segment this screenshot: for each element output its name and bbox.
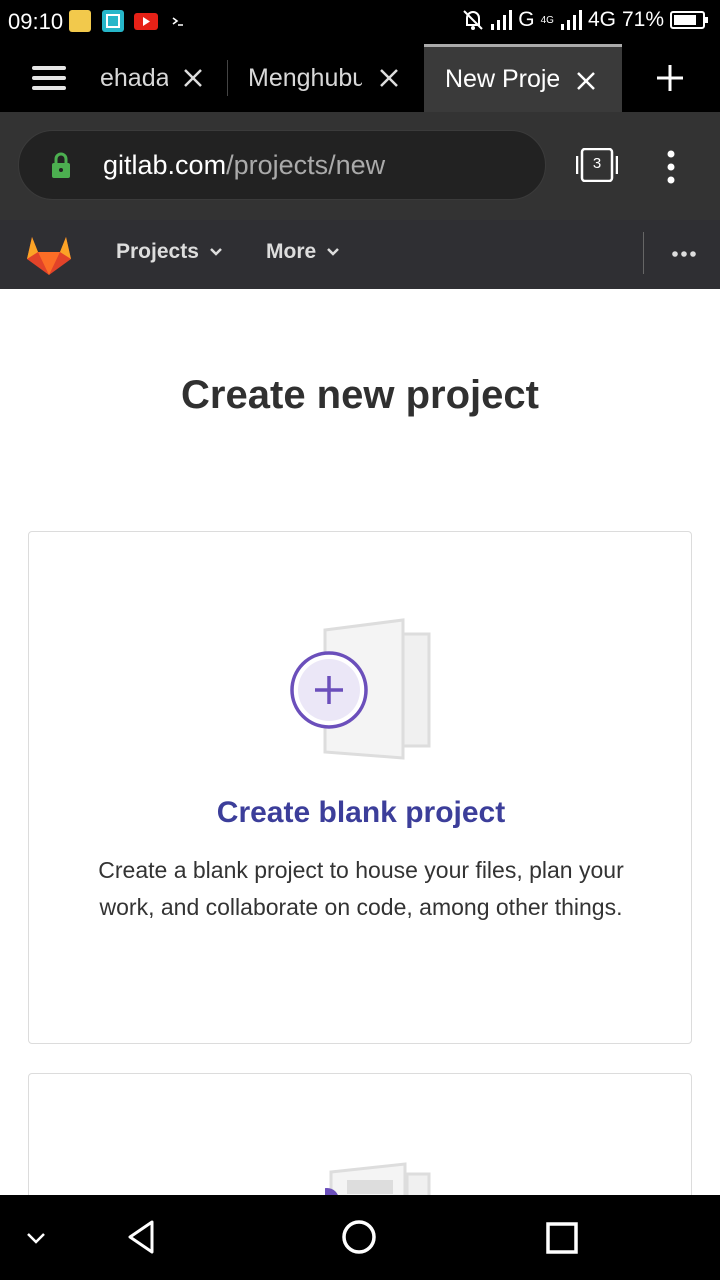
youtube-icon (134, 13, 158, 30)
terminal-icon (170, 10, 186, 32)
nav-more-dropdown[interactable]: More (266, 240, 340, 264)
chevron-down-icon[interactable] (26, 1231, 46, 1245)
chevron-down-icon (327, 248, 340, 256)
card-description: Create a blank project to house your fil… (98, 857, 624, 920)
close-tab-icon[interactable] (182, 67, 204, 89)
browser-tab[interactable]: Menghubu (248, 44, 408, 112)
tab-label: Menghubu (248, 63, 362, 92)
browser-tab-active[interactable]: New Proje (424, 44, 622, 112)
chevron-down-icon (209, 248, 222, 256)
scanner-app-icon (102, 10, 124, 32)
gitlab-navbar: Projects More (0, 220, 720, 289)
url-text: gitlab.com/projects/new (103, 150, 385, 181)
browser-toolbar: gitlab.com/projects/new 3 (0, 112, 720, 220)
back-icon[interactable] (126, 1219, 156, 1255)
url-path: /projects/new (226, 150, 386, 180)
page-title: Create new project (181, 373, 539, 417)
home-icon[interactable] (341, 1219, 377, 1255)
status-bar: 09:10 G 4G 4G 71% (0, 0, 720, 44)
close-tab-icon[interactable] (378, 67, 400, 89)
browser-tab[interactable]: ehada (100, 44, 220, 112)
lock-icon (52, 152, 70, 178)
more-options-icon[interactable] (664, 150, 678, 184)
network-4g-small-label: 4G (540, 14, 554, 26)
tab-count: 3 (592, 155, 602, 172)
network-4g-label: 4G (587, 8, 616, 31)
nav-projects-dropdown[interactable]: Projects (116, 240, 223, 264)
nav-separator (643, 232, 644, 274)
recent-apps-icon[interactable] (546, 1222, 578, 1254)
status-time: 09:10 (8, 9, 64, 34)
menu-icon[interactable] (32, 66, 66, 90)
ellipsis-icon[interactable] (672, 250, 696, 258)
gitlab-logo-icon[interactable] (26, 233, 72, 275)
tab-label: New Proje (445, 65, 559, 93)
battery-icon (670, 11, 708, 29)
card-title[interactable]: Create blank project (29, 796, 693, 830)
new-tab-icon[interactable] (656, 64, 684, 92)
notes-app-icon (69, 10, 91, 32)
page-content: Create new project Create blank project … (0, 289, 720, 1195)
muted-bell-icon (463, 10, 483, 30)
create-blank-project-card[interactable]: Create blank project Create a blank proj… (28, 531, 692, 1044)
android-navigation-bar (0, 1195, 720, 1280)
tab-divider (227, 60, 228, 96)
project-illustration-icon (325, 1162, 431, 1195)
project-option-card[interactable] (28, 1073, 692, 1195)
close-tab-icon[interactable] (575, 70, 597, 92)
tab-label: ehada (100, 63, 168, 92)
signal-icon (560, 10, 582, 30)
network-g-label: G (518, 8, 535, 31)
url-host: gitlab.com (103, 150, 227, 180)
address-bar[interactable]: gitlab.com/projects/new (18, 130, 546, 200)
browser-tab-strip: ehada Menghubu New Proje (0, 44, 720, 112)
nav-projects-label: Projects (116, 240, 199, 263)
signal-icon (491, 10, 513, 30)
blank-project-illustration-icon (290, 618, 431, 760)
battery-percent: 71% (621, 8, 664, 31)
nav-more-label: More (266, 240, 317, 263)
